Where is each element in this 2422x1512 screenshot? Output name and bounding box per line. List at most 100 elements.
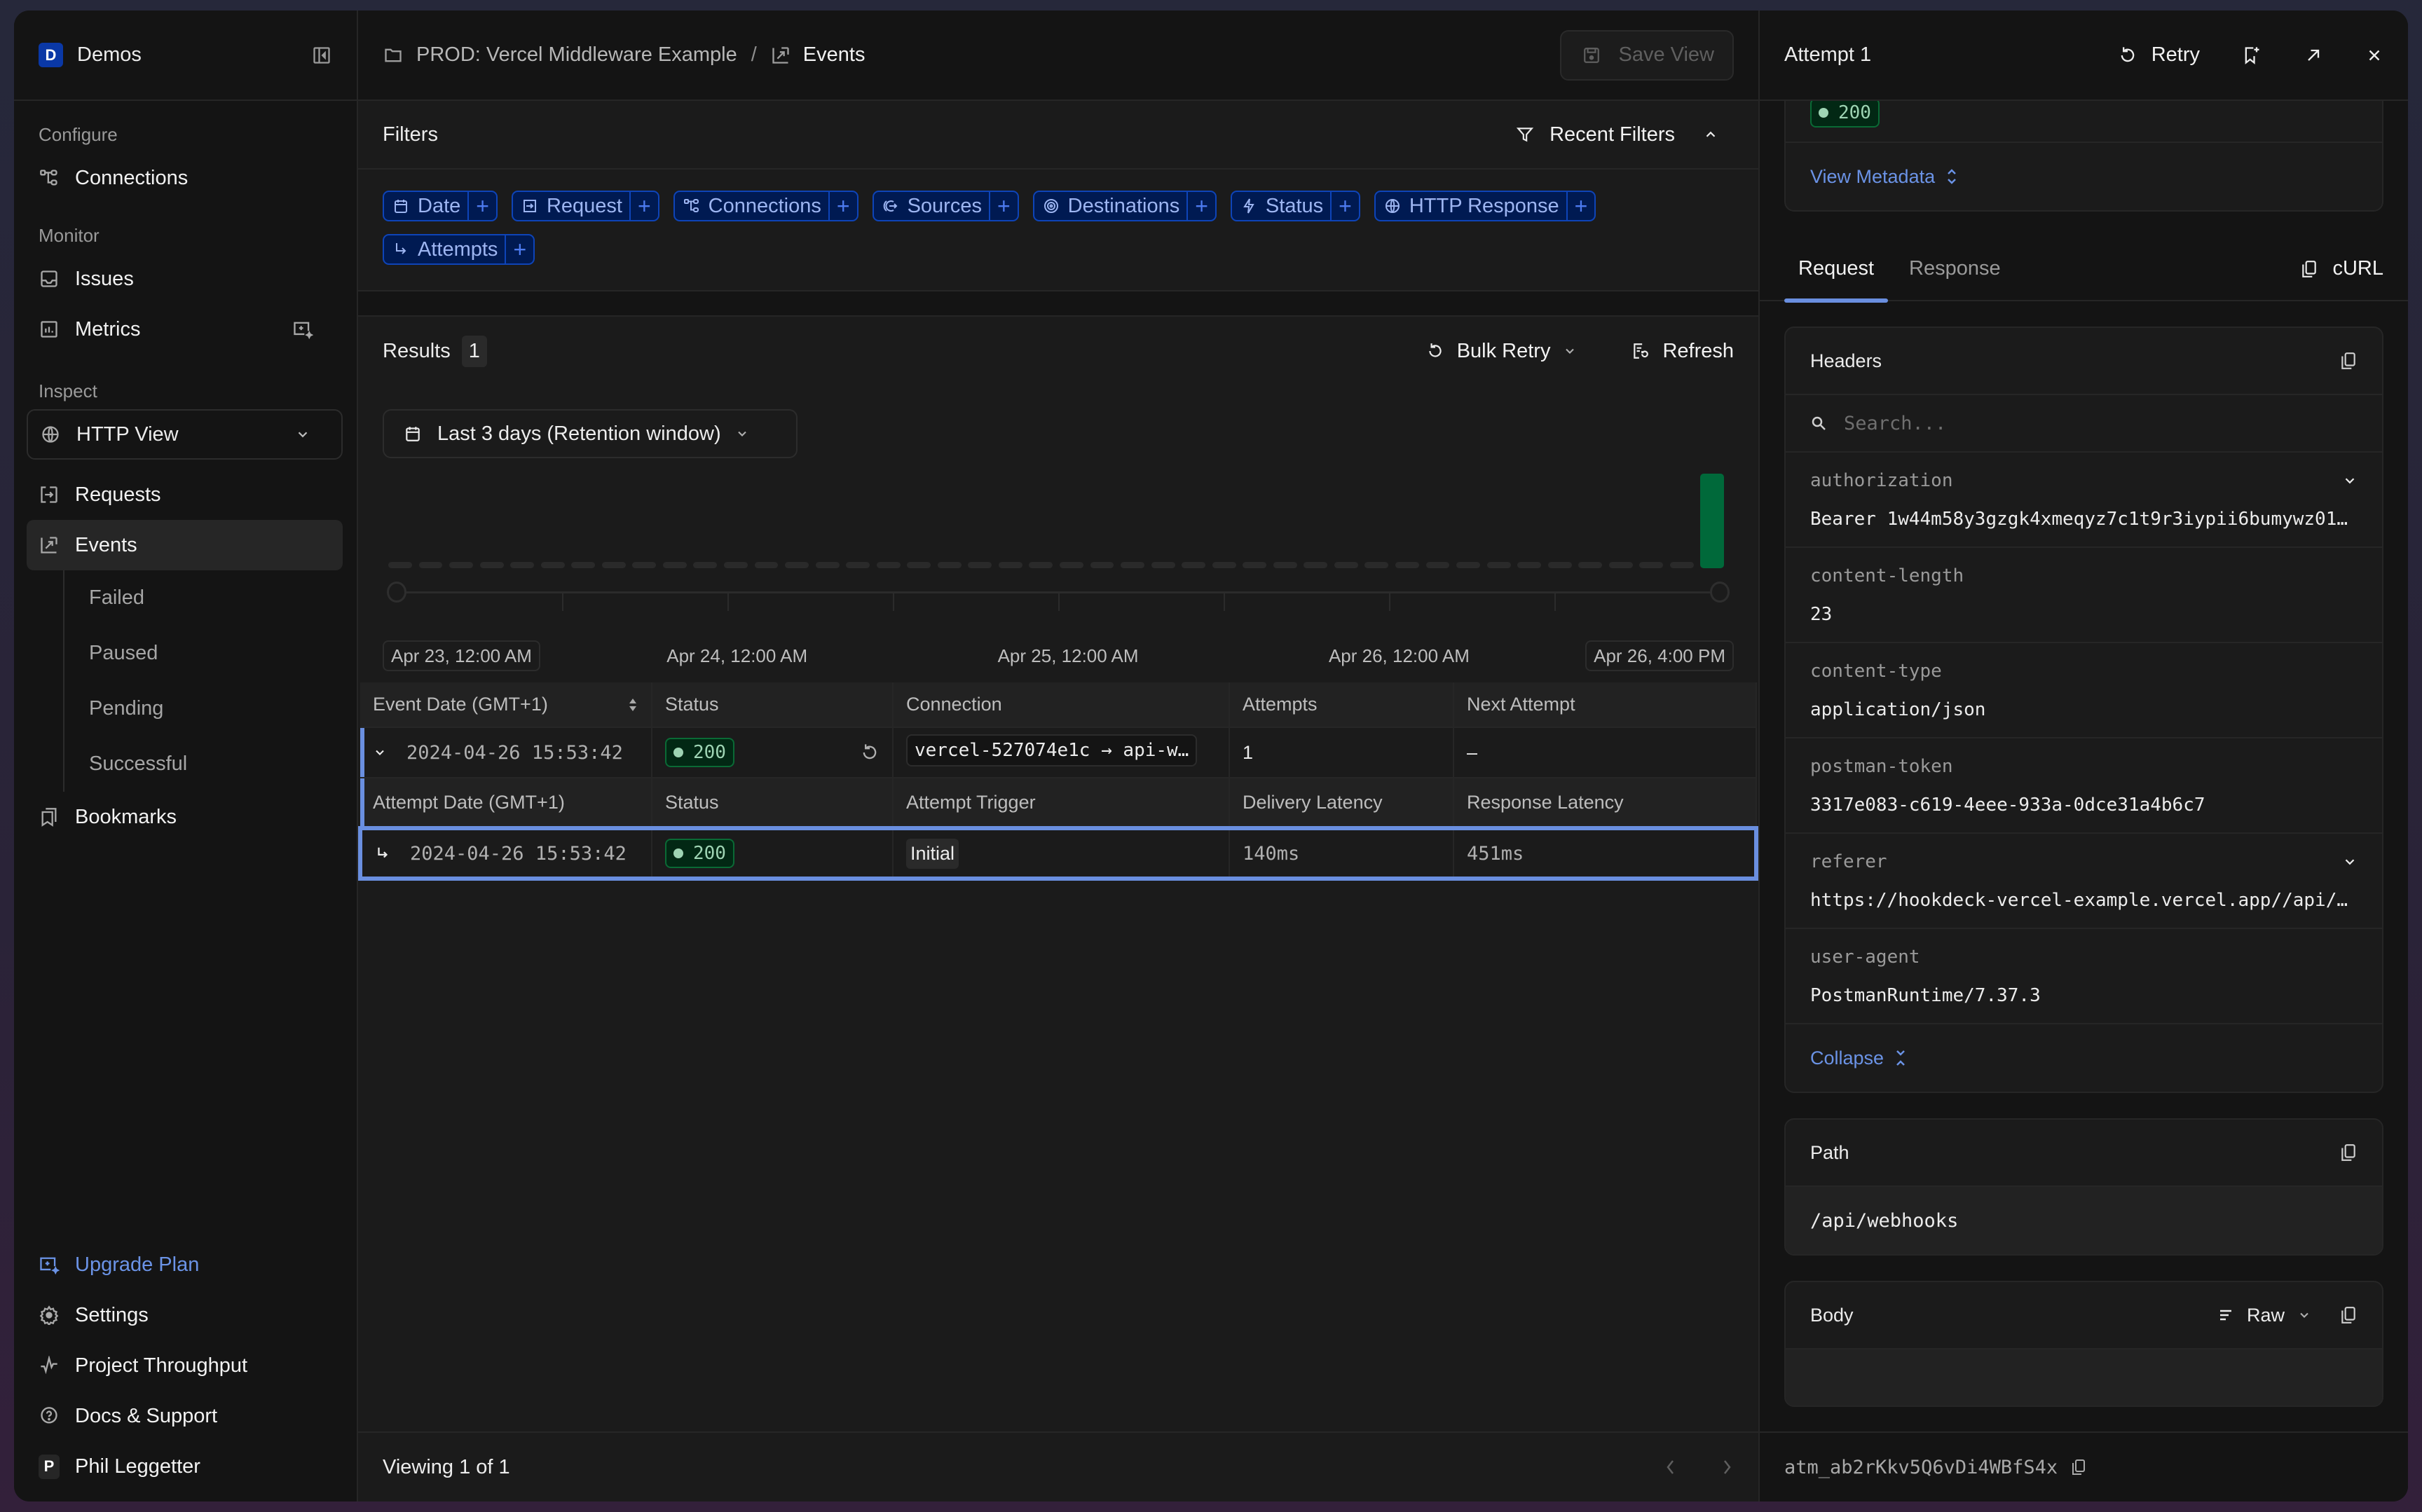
chevron-left-icon[interactable] xyxy=(1664,1458,1678,1476)
histogram-bar-empty[interactable] xyxy=(1334,562,1358,568)
add-bookmark-icon[interactable] xyxy=(2242,46,2262,65)
view-metadata-toggle[interactable]: View Metadata xyxy=(1786,143,2382,210)
event-row[interactable]: 2024-04-26 15:53:42 200 vercel-527074e1c… xyxy=(360,727,1757,778)
filter-chip-status[interactable]: Status + xyxy=(1230,191,1360,221)
histogram-bar-empty[interactable] xyxy=(1395,562,1419,568)
add-filter-status-button[interactable]: + xyxy=(1330,192,1359,220)
filter-chip-http-response[interactable]: HTTP Response + xyxy=(1374,191,1596,221)
histogram-bar-empty[interactable] xyxy=(968,562,992,568)
sidebar-item-upgrade-plan[interactable]: Upgrade Plan xyxy=(14,1239,343,1290)
sidebar-item-project-throughput[interactable]: Project Throughput xyxy=(14,1340,343,1391)
column-header[interactable]: Event Date (GMT+1) xyxy=(360,682,652,728)
histogram-bar-empty[interactable] xyxy=(1060,562,1083,568)
sidebar-subitem-successful[interactable]: Successful xyxy=(89,736,357,792)
range-handle-end[interactable] xyxy=(1710,582,1730,603)
collapse-headers-button[interactable]: Collapse xyxy=(1786,1024,2382,1092)
connection-pill[interactable]: vercel-527074e1c → api-w… xyxy=(906,734,1198,767)
retry-button[interactable]: Retry xyxy=(2118,43,2200,67)
workspace-header[interactable]: D Demos xyxy=(14,11,357,101)
histogram-bar-empty[interactable] xyxy=(998,562,1022,568)
histogram-bar-empty[interactable] xyxy=(1182,562,1206,568)
chevron-up-icon[interactable] xyxy=(1703,127,1718,142)
histogram-bar-empty[interactable] xyxy=(693,562,718,568)
add-filter-connections-button[interactable]: + xyxy=(828,192,857,220)
add-filter-attempts-button[interactable]: + xyxy=(505,235,533,263)
histogram-bar-empty[interactable] xyxy=(907,562,931,568)
body-format-select[interactable]: Raw xyxy=(2217,1305,2311,1326)
sidebar-item-docs-support[interactable]: Docs & Support xyxy=(14,1391,343,1441)
histogram-bar-empty[interactable] xyxy=(662,562,687,568)
sidebar-item-bookmarks[interactable]: Bookmarks xyxy=(14,792,343,842)
histogram-bar-empty[interactable] xyxy=(418,562,443,568)
histogram-bar-empty[interactable] xyxy=(876,562,901,568)
histogram-bar-empty[interactable] xyxy=(815,562,840,568)
headers-search-input[interactable] xyxy=(1844,412,2358,434)
histogram-bar-empty[interactable] xyxy=(388,562,412,568)
chevron-down-icon[interactable] xyxy=(373,745,387,760)
filter-chip-destinations[interactable]: Destinations + xyxy=(1032,191,1217,221)
histogram-bar-empty[interactable] xyxy=(1273,562,1297,568)
sidebar-subitem-paused[interactable]: Paused xyxy=(89,626,357,681)
histogram-bar-empty[interactable] xyxy=(571,562,596,568)
recent-filters-button[interactable]: Recent Filters xyxy=(1516,123,1734,146)
histogram-bar-empty[interactable] xyxy=(1639,562,1664,568)
sidebar-item-metrics[interactable]: Metrics xyxy=(14,304,343,355)
histogram-bar-empty[interactable] xyxy=(1243,562,1267,568)
copy-icon[interactable] xyxy=(2339,1143,2358,1162)
sidebar-item-connections[interactable]: Connections xyxy=(14,153,343,203)
histogram-bar-empty[interactable] xyxy=(1151,562,1175,568)
histogram-bar-success[interactable] xyxy=(1700,474,1725,568)
histogram-bar-empty[interactable] xyxy=(1364,562,1389,568)
histogram-bar-empty[interactable] xyxy=(1669,562,1694,568)
copy-icon[interactable] xyxy=(2339,1305,2358,1325)
histogram-range-slider[interactable] xyxy=(383,582,1734,617)
sidebar-item-settings[interactable]: Settings xyxy=(14,1290,343,1340)
histogram-bar-empty[interactable] xyxy=(1212,562,1236,568)
sidebar-item-requests[interactable]: Requests xyxy=(14,469,343,520)
filter-chip-connections[interactable]: Connections + xyxy=(673,191,858,221)
open-external-icon[interactable] xyxy=(2304,46,2323,65)
histogram-bar-empty[interactable] xyxy=(1425,562,1450,568)
histogram-bar-empty[interactable] xyxy=(540,562,565,568)
histogram-bar-empty[interactable] xyxy=(1608,562,1633,568)
filter-chip-request[interactable]: Request + xyxy=(511,191,659,221)
add-filter-sources-button[interactable]: + xyxy=(988,192,1018,220)
histogram-bar-empty[interactable] xyxy=(1456,562,1481,568)
filter-chip-date[interactable]: Date + xyxy=(383,191,498,221)
histogram-bar-empty[interactable] xyxy=(724,562,748,568)
histogram-bar-empty[interactable] xyxy=(1547,562,1572,568)
retry-icon[interactable] xyxy=(860,743,880,762)
save-view-button[interactable]: Save View xyxy=(1559,29,1734,81)
histogram-bar-empty[interactable] xyxy=(1486,562,1511,568)
histogram-bar-empty[interactable] xyxy=(846,562,870,568)
copy-curl-button[interactable]: cURL xyxy=(2300,257,2383,300)
histogram-bar-empty[interactable] xyxy=(937,562,962,568)
sort-icon[interactable] xyxy=(627,697,638,713)
add-filter-request-button[interactable]: + xyxy=(629,192,658,220)
attempt-row[interactable]: 2024-04-26 15:53:42 200 Initial 140ms 45… xyxy=(358,826,1758,881)
refresh-button[interactable]: Refresh xyxy=(1631,340,1734,363)
chevron-down-icon[interactable] xyxy=(2342,854,2358,870)
histogram-bar-empty[interactable] xyxy=(479,562,504,568)
histogram-bar-empty[interactable] xyxy=(1517,562,1542,568)
sidebar-subitem-failed[interactable]: Failed xyxy=(89,570,357,626)
filter-chip-attempts[interactable]: Attempts + xyxy=(383,234,535,265)
collapse-sidebar-icon[interactable] xyxy=(312,46,331,65)
sidebar-item-issues[interactable]: Issues xyxy=(14,254,343,304)
date-range-select[interactable]: Last 3 days (Retention window) xyxy=(383,409,798,458)
filter-chip-sources[interactable]: Sources + xyxy=(872,191,1019,221)
range-handle-start[interactable] xyxy=(387,582,406,603)
histogram-bar-empty[interactable] xyxy=(510,562,535,568)
add-filter-http-response-button[interactable]: + xyxy=(1566,192,1595,220)
histogram-bar-empty[interactable] xyxy=(1029,562,1053,568)
close-icon[interactable] xyxy=(2365,46,2383,64)
sidebar-item-user[interactable]: P Phil Leggetter xyxy=(14,1441,343,1492)
chevron-right-icon[interactable] xyxy=(1720,1458,1734,1476)
sidebar-subitem-pending[interactable]: Pending xyxy=(89,681,357,736)
panel-scroll-area[interactable]: 200 View Metadata Request Response cURL … xyxy=(1760,101,2408,1431)
breadcrumb-project[interactable]: PROD: Vercel Middleware Example xyxy=(416,43,737,67)
histogram-bar-empty[interactable] xyxy=(449,562,474,568)
view-selector[interactable]: HTTP View xyxy=(27,409,343,460)
histogram-bar-empty[interactable] xyxy=(1090,562,1114,568)
histogram-bar-empty[interactable] xyxy=(1578,562,1603,568)
